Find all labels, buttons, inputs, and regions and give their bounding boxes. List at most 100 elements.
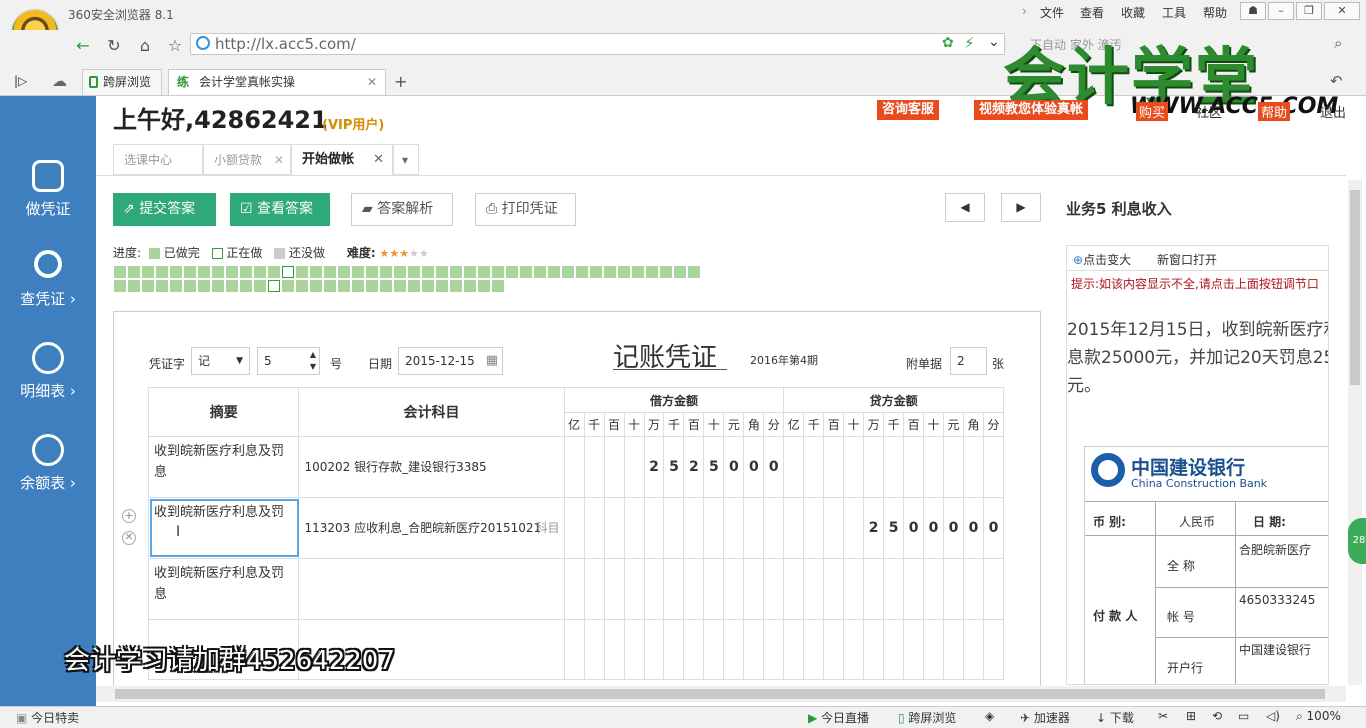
progress-cell[interactable] <box>240 280 252 292</box>
debit-digit[interactable] <box>663 497 685 559</box>
credit-digit[interactable] <box>943 436 964 498</box>
account-cell[interactable]: 113203 应收利息_合肥皖新医疗20151021 科目 <box>298 497 565 559</box>
progress-cell[interactable] <box>534 266 546 278</box>
progress-cell[interactable] <box>352 280 364 292</box>
menu-help[interactable]: 帮助 <box>1203 4 1227 21</box>
progress-cell[interactable] <box>632 266 644 278</box>
close-tab-icon[interactable]: ✕ <box>367 70 377 94</box>
debit-digit[interactable] <box>643 558 665 620</box>
progress-cell[interactable] <box>506 266 518 278</box>
credit-digit[interactable] <box>783 497 805 559</box>
close-window-icon[interactable]: ✕ <box>1324 2 1360 20</box>
credit-digit[interactable] <box>803 558 825 620</box>
debit-digit[interactable]: 0 <box>743 436 765 498</box>
progress-cell[interactable] <box>114 266 126 278</box>
progress-cell[interactable] <box>492 280 504 292</box>
progress-cell[interactable] <box>366 266 378 278</box>
progress-cell[interactable] <box>226 280 238 292</box>
refresh-icon[interactable]: ↻ <box>103 36 125 55</box>
empty-cell[interactable] <box>683 619 705 680</box>
empty-cell[interactable] <box>963 619 984 680</box>
empty-cell[interactable] <box>663 619 685 680</box>
sidebar-item-search-voucher[interactable]: 查凭证 › <box>0 250 96 309</box>
empty-cell[interactable] <box>863 619 885 680</box>
credit-digit[interactable] <box>843 436 865 498</box>
debit-digit[interactable]: 5 <box>663 436 685 498</box>
empty-cell[interactable] <box>883 619 905 680</box>
progress-cell[interactable] <box>254 280 266 292</box>
progress-cell[interactable] <box>170 266 182 278</box>
subtab-loan[interactable]: 小额贷款 ✕ <box>203 144 291 175</box>
credit-digit[interactable]: 0 <box>982 497 1005 559</box>
progress-cell[interactable] <box>618 266 630 278</box>
menu-expand-icon[interactable]: › <box>1022 4 1027 18</box>
voucher-word-select[interactable]: 记 ▼ <box>191 347 250 375</box>
summary-cell[interactable]: 收到皖新医疗利息及罚息 <box>147 558 300 620</box>
menu-favorites[interactable]: 收藏 <box>1121 4 1145 21</box>
summary-cell[interactable]: 收到皖新医疗利息及罚息 <box>147 436 300 498</box>
debit-digit[interactable] <box>703 558 725 620</box>
credit-digit[interactable] <box>863 558 885 620</box>
prev-business-button[interactable]: ◀ <box>945 193 985 222</box>
debit-digit[interactable] <box>763 497 785 559</box>
progress-cell[interactable] <box>254 266 266 278</box>
credit-digit[interactable] <box>823 497 845 559</box>
back-icon[interactable]: ← <box>72 36 94 55</box>
credit-digit[interactable] <box>982 558 1005 620</box>
horizontal-scroll-thumb[interactable] <box>115 689 1325 699</box>
progress-cell[interactable] <box>422 280 434 292</box>
credit-digit[interactable] <box>823 558 845 620</box>
cloud-icon[interactable]: ☁ <box>52 72 67 90</box>
progress-cell[interactable] <box>128 266 140 278</box>
credit-digit[interactable]: 0 <box>923 497 945 559</box>
credit-digit[interactable] <box>963 558 984 620</box>
progress-cell[interactable] <box>464 266 476 278</box>
progress-cell[interactable] <box>268 280 280 292</box>
cross-screen[interactable]: ▯ 跨屏浏览 <box>898 709 956 726</box>
empty-cell[interactable] <box>603 619 625 680</box>
credit-digit[interactable] <box>803 436 825 498</box>
progress-cell[interactable] <box>408 280 420 292</box>
debit-digit[interactable] <box>603 558 625 620</box>
credit-digit[interactable] <box>903 558 925 620</box>
credit-digit[interactable]: 5 <box>883 497 905 559</box>
tab-active[interactable]: 练会计学堂真帐实操 ✕ <box>168 69 386 95</box>
progress-cell[interactable] <box>142 266 154 278</box>
progress-cell[interactable] <box>366 280 378 292</box>
credit-digit[interactable] <box>903 436 925 498</box>
progress-cell[interactable] <box>268 266 280 278</box>
buy-link[interactable]: 购买 <box>1136 102 1169 121</box>
floating-badge[interactable]: 28 <box>1348 518 1366 564</box>
empty-cell[interactable] <box>723 619 745 680</box>
empty-cell[interactable] <box>763 619 785 680</box>
today-deals[interactable]: ▣ 今日特卖 <box>16 709 79 726</box>
debit-digit[interactable] <box>683 558 705 620</box>
debit-digit[interactable]: 0 <box>763 436 785 498</box>
progress-cell[interactable] <box>310 280 322 292</box>
credit-digit[interactable] <box>843 558 865 620</box>
sidebar-item-detail[interactable]: 明细表 › <box>0 342 96 401</box>
home-icon[interactable]: ⌂ <box>134 36 156 55</box>
progress-cell[interactable] <box>562 266 574 278</box>
video-trial-button[interactable]: 视频教您体验真帐 <box>974 100 1089 120</box>
scissors-icon[interactable]: ✂ <box>1158 709 1168 723</box>
account-cell[interactable] <box>298 558 565 620</box>
speed-icon[interactable]: ⚡ <box>964 34 975 52</box>
progress-cell[interactable] <box>282 266 294 278</box>
zoom-level[interactable]: ⌕ 100% <box>1296 709 1341 724</box>
progress-cell[interactable] <box>212 266 224 278</box>
progress-cell[interactable] <box>576 266 588 278</box>
subtab-more-icon[interactable]: ▾ <box>393 144 419 175</box>
sidebar-toggle-icon[interactable]: |▷ <box>14 74 27 88</box>
progress-cell[interactable] <box>604 266 616 278</box>
credit-digit[interactable] <box>883 436 905 498</box>
favorite-star-icon[interactable]: ☆ <box>164 36 186 55</box>
progress-cell[interactable] <box>646 266 658 278</box>
delete-row-icon[interactable]: ✕ <box>122 531 136 545</box>
debit-digit[interactable] <box>763 558 785 620</box>
empty-cell[interactable] <box>903 619 925 680</box>
progress-cell[interactable] <box>450 266 462 278</box>
progress-cell[interactable] <box>688 266 700 278</box>
progress-cell[interactable] <box>226 266 238 278</box>
today-live[interactable]: ▶ 今日直播 <box>808 709 869 726</box>
